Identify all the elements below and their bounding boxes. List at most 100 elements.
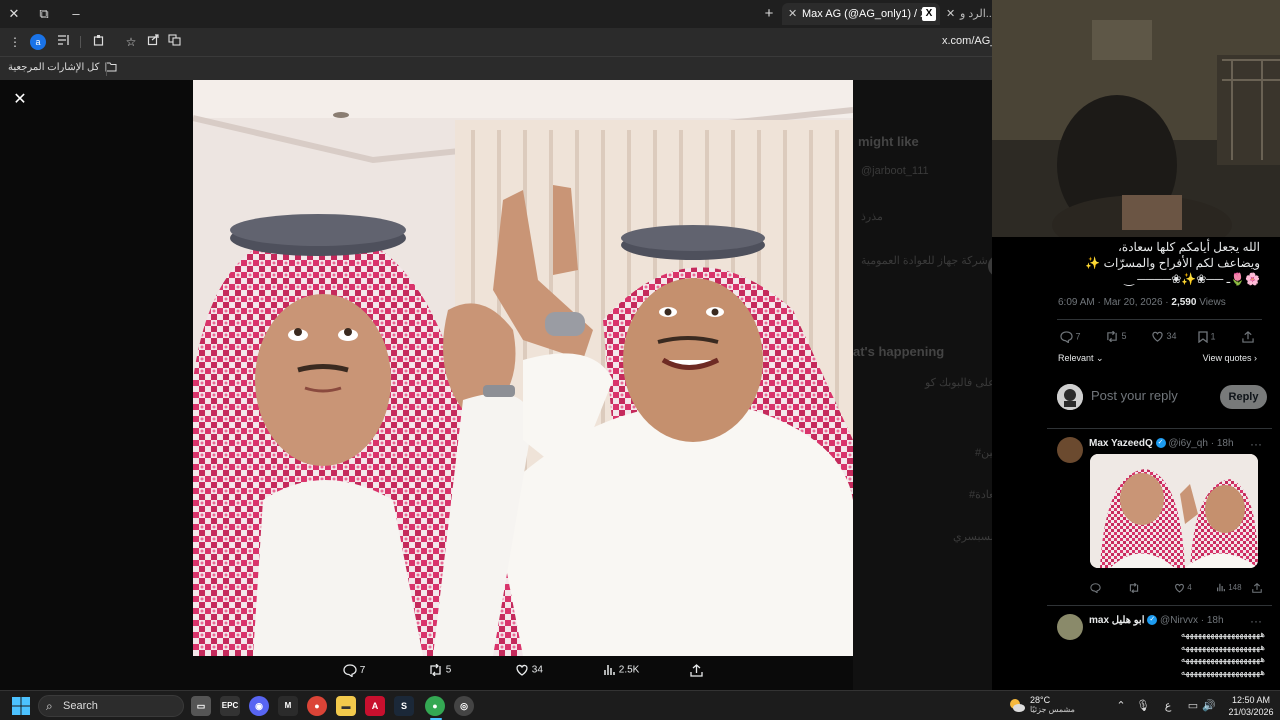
profile-avatar-icon[interactable]: a [30,34,46,50]
reply-item[interactable]: Max YazeedQ ✓ @i6y_qh · 18h ··· 4 148 [1057,437,1262,605]
bookmarks-label: كل الإشارات المرجعية [8,62,100,73]
file-explorer-icon[interactable]: ▬ [336,696,356,716]
tab-close-icon[interactable]: ✕ [788,3,797,25]
more-options-icon[interactable]: ··· [1250,437,1262,451]
repost-action[interactable] [1128,582,1140,595]
reply-author-name[interactable]: Max YazeedQ [1089,438,1153,449]
reply-action[interactable] [1090,583,1101,595]
x-logo-icon: X [922,7,936,21]
tweet-repost-action[interactable]: 5 [1105,330,1127,343]
chrome-icon[interactable]: ● [307,696,327,716]
reply-count: 7 [1075,331,1081,342]
views-count: 148 [1228,583,1242,592]
chrome-active-icon[interactable]: ● [425,696,445,716]
sort-replies-dropdown[interactable]: Relevant ⌄ [1058,353,1104,364]
trend-item: اللاعب السبسري [953,531,992,543]
reply-actions: 4 148 [1090,582,1262,597]
steam-icon[interactable]: S [394,696,414,716]
close-media-button[interactable]: ✕ [10,90,30,110]
share-action[interactable] [690,664,703,677]
like-count: 4 [1187,583,1192,593]
tab-close-icon[interactable]: ✕ [946,3,955,25]
media-action-bar: 7 5 34 2.5K [193,660,853,684]
reply-button[interactable]: Reply [1220,385,1267,409]
tweet-reply-action[interactable]: 7 [1060,331,1081,344]
like-action[interactable]: 4 [1174,583,1192,593]
tweet-share-action[interactable] [1242,331,1254,343]
window-restore-button[interactable]: ⧉ [34,4,54,24]
reply-author-handle[interactable]: @Nirvvx [1160,615,1198,626]
view-quotes-link[interactable]: View quotes › [1203,353,1257,363]
star-bookmark-icon[interactable]: ☆ [122,33,140,51]
divider [1057,319,1262,320]
window-close-button[interactable]: ✕ [4,4,24,24]
task-view-icon[interactable]: ▭ [191,696,211,716]
reply-time: · 18h [1210,438,1234,449]
tweet-timestamp: 6:09 AM · Mar 20, 2026 · 2,590 Views [1058,297,1226,308]
trend-item: #وتين___العين [975,447,992,459]
chevron-right-icon: › [1251,353,1257,363]
browser-window: ✕ ⧉ – + ✕ Max AG (@AG_only1) / X X ✕ الر… [0,0,1003,690]
tweet-detail-panel: الله يجعل أيامكم كلها سعادة، ويضاعف لكم … [1047,237,1272,690]
share-action[interactable] [1252,583,1262,595]
all-bookmarks-folder[interactable]: كل الإشارات المرجعية [8,62,117,73]
microphone-icon[interactable]: 🎙 [1136,699,1150,712]
tab-strip: ✕ ⧉ – + ✕ Max AG (@AG_only1) / X X ✕ الر… [0,0,992,28]
share-icon [1242,331,1254,343]
taskbar-search[interactable]: ⌕ Search [38,695,184,717]
reading-list-icon[interactable] [54,33,72,51]
reply-action[interactable]: 7 [343,664,365,678]
repost-count: 5 [445,664,452,676]
reply-photo[interactable] [1090,454,1258,568]
network-icon[interactable]: ▭ [1186,699,1200,712]
like-action[interactable]: 34 [515,664,543,676]
avatar[interactable] [1057,614,1083,640]
toolbar-divider [80,36,81,48]
whats-happening-heading: at's happening [853,344,945,359]
heart-icon [1175,583,1184,593]
obs-icon[interactable]: ◎ [454,696,474,716]
reply-author-handle[interactable]: @i6y_qh [1168,438,1208,449]
like-count: 34 [1166,331,1177,341]
tweet-bookmark-action[interactable]: 1 [1198,331,1216,344]
discord-icon[interactable]: ◉ [249,696,269,716]
verified-badge-icon: ✓ [1147,615,1158,626]
new-tab-button[interactable]: + [760,4,778,24]
tweet-view-count: 2,590 [1171,297,1197,308]
app-shortcut-icon[interactable]: M [278,696,298,716]
repost-action[interactable]: 5 [428,663,452,677]
menu-kebab-icon[interactable]: ⋮ [6,33,24,51]
windows-start-icon[interactable] [12,697,30,715]
more-options-icon[interactable]: ··· [1250,614,1262,628]
views-action[interactable]: 2.5K [603,664,639,676]
reply-header: max ابو هليل ✓ @Nirvvx · 18h [1089,615,1224,626]
reply-item[interactable]: max ابو هليل ✓ @Nirvvx · 18h ··· ههههههه… [1057,614,1265,690]
window-minimize-button[interactable]: – [66,4,86,24]
translate-icon[interactable] [165,33,183,51]
adobe-acrobat-icon[interactable]: A [365,696,385,716]
weather-widget[interactable]: 28°C مشمس جزئيًا [1008,695,1078,719]
extensions-icon[interactable] [90,33,108,51]
tab-x-profile[interactable]: ✕ Max AG (@AG_only1) / X X [782,3,940,25]
clock-time: 12:50 AM [1231,695,1271,705]
reply-author-name[interactable]: max ابو هليل [1089,615,1144,626]
bookmarks-bar: كل الإشارات المرجعية [0,56,992,80]
volume-icon[interactable]: 🔊 [1202,699,1216,712]
tweet-photo[interactable] [193,80,853,656]
avatar[interactable] [1057,384,1083,410]
reply-input[interactable] [1091,388,1201,403]
system-clock[interactable]: 12:50 AM 21/03/2026 [1226,694,1276,718]
reply-bubble-icon [1060,331,1073,344]
suggested-user-name: شركة جهاز للعوادة العمومية [861,255,988,267]
views-action[interactable]: 148 [1216,583,1242,592]
views-count: 2.5K [618,664,640,676]
divider [1047,428,1272,429]
tab-reply[interactable]: ✕ الرد و... [944,3,992,25]
language-indicator[interactable]: ع [1161,699,1175,712]
reply-composer: Reply [1057,380,1267,414]
cpu-z-icon[interactable]: EPC [220,696,240,716]
tweet-like-action[interactable]: 34 [1151,331,1177,342]
show-hidden-icons-chevron-icon[interactable]: ⌃ [1114,699,1128,712]
avatar[interactable] [1057,437,1083,463]
share-page-icon[interactable] [144,33,162,51]
